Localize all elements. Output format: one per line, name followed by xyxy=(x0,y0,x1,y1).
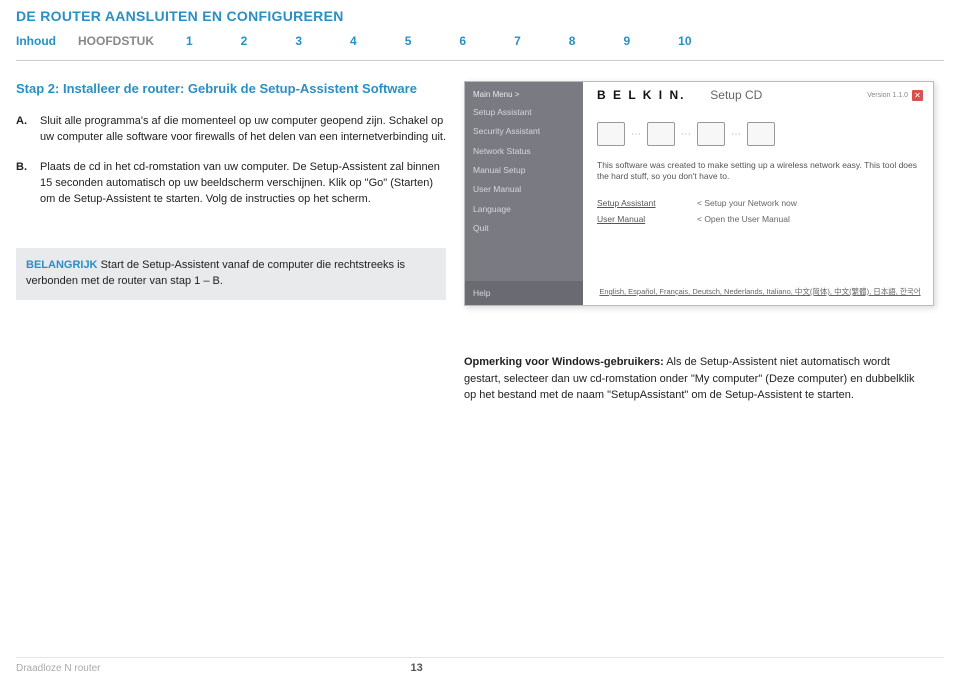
nav-chapter-6[interactable]: 6 xyxy=(437,34,488,48)
step-a-letter: A. xyxy=(16,114,40,146)
screenshot-link-caption: < Setup your Network now xyxy=(697,198,797,208)
screenshot-link-caption: < Open the User Manual xyxy=(697,214,790,224)
computer-icon xyxy=(647,122,675,146)
arrow-icon: ⋯ xyxy=(731,129,741,140)
nav-chapter-2[interactable]: 2 xyxy=(219,34,270,48)
screenshot-link-row: Setup Assistant < Setup your Network now xyxy=(597,195,923,211)
screenshot-illustration: ⋯ ⋯ ⋯ xyxy=(597,108,923,156)
screenshot-sidebar: Main Menu > Setup Assistant Security Ass… xyxy=(465,82,583,305)
footer-product: Draadloze N router xyxy=(16,663,100,674)
arrow-icon: ⋯ xyxy=(681,129,691,140)
belkin-logo: B E L K I N. xyxy=(597,88,685,102)
screenshot-link-setup[interactable]: Setup Assistant xyxy=(597,198,697,208)
close-icon[interactable]: ✕ xyxy=(912,90,923,101)
nav-chapter-10[interactable]: 10 xyxy=(656,34,713,48)
screenshot-languages[interactable]: English, Español, Français, Deutsch, Ned… xyxy=(597,282,923,301)
nav-chapter-4[interactable]: 4 xyxy=(328,34,379,48)
screenshot-version-area: Version 1.1.0 ✕ xyxy=(867,90,923,101)
screenshot-link-row: User Manual < Open the User Manual xyxy=(597,211,923,227)
nav-chapter-9[interactable]: 9 xyxy=(601,34,652,48)
nav-contents-link[interactable]: Inhoud xyxy=(16,34,56,48)
screenshot-menu-item[interactable]: Manual Setup xyxy=(465,161,583,180)
important-key: BELANGRIJK xyxy=(26,259,98,271)
nav-chapter-5[interactable]: 5 xyxy=(383,34,434,48)
setup-cd-screenshot: Main Menu > Setup Assistant Security Ass… xyxy=(464,81,934,306)
nav-chapter-label: HOOFDSTUK xyxy=(78,34,154,48)
router-icon xyxy=(597,122,625,146)
page-header-title: DE ROUTER AANSLUITEN EN CONFIGUREREN xyxy=(0,0,960,24)
nav-chapter-7[interactable]: 7 xyxy=(492,34,543,48)
screenshot-menu-item[interactable]: Setup Assistant xyxy=(465,103,583,122)
nav-chapter-3[interactable]: 3 xyxy=(273,34,324,48)
screenshot-description: This software was created to make settin… xyxy=(597,160,923,183)
footer-page-number: 13 xyxy=(410,662,422,674)
step-a-text: Sluit alle programma's af die momenteel … xyxy=(40,114,446,146)
step-title: Stap 2: Installeer de router: Gebruik de… xyxy=(16,81,446,96)
windows-note: Opmerking voor Windows-gebruikers: Als d… xyxy=(464,354,916,404)
screenshot-menu-item[interactable]: Language xyxy=(465,200,583,219)
chapter-nav: Inhoud HOOFDSTUK 1 2 3 4 5 6 7 8 9 10 xyxy=(0,24,960,56)
screenshot-main: B E L K I N. Setup CD Version 1.1.0 ✕ ⋯ … xyxy=(583,82,933,305)
screenshot-version-text: Version 1.1.0 xyxy=(867,92,908,99)
step-b-text: Plaats de cd in het cd-romstation van uw… xyxy=(40,160,446,208)
step-b: B. Plaats de cd in het cd-romstation van… xyxy=(16,160,446,208)
windows-note-lead: Opmerking voor Windows-gebruikers: xyxy=(464,356,664,368)
screenshot-menu-item[interactable]: User Manual xyxy=(465,180,583,199)
laptop-icon xyxy=(697,122,725,146)
nav-chapter-8[interactable]: 8 xyxy=(547,34,598,48)
screenshot-menu-item[interactable]: Quit xyxy=(465,219,583,238)
step-b-letter: B. xyxy=(16,160,40,208)
important-note: BELANGRIJK Start de Setup-Assistent vana… xyxy=(16,248,446,300)
globe-icon xyxy=(747,122,775,146)
step-a: A. Sluit alle programma's af die momente… xyxy=(16,114,446,146)
arrow-icon: ⋯ xyxy=(631,129,641,140)
nav-chapter-1[interactable]: 1 xyxy=(164,34,215,48)
screenshot-help[interactable]: Help xyxy=(465,281,583,305)
screenshot-link-manual[interactable]: User Manual xyxy=(597,214,697,224)
screenshot-title: Setup CD xyxy=(710,88,762,102)
screenshot-menu-header: Main Menu > xyxy=(465,82,583,103)
screenshot-menu-item[interactable]: Network Status xyxy=(465,142,583,161)
page-footer: Draadloze N router 13 xyxy=(16,657,944,674)
screenshot-menu-item[interactable]: Security Assistant xyxy=(465,122,583,141)
